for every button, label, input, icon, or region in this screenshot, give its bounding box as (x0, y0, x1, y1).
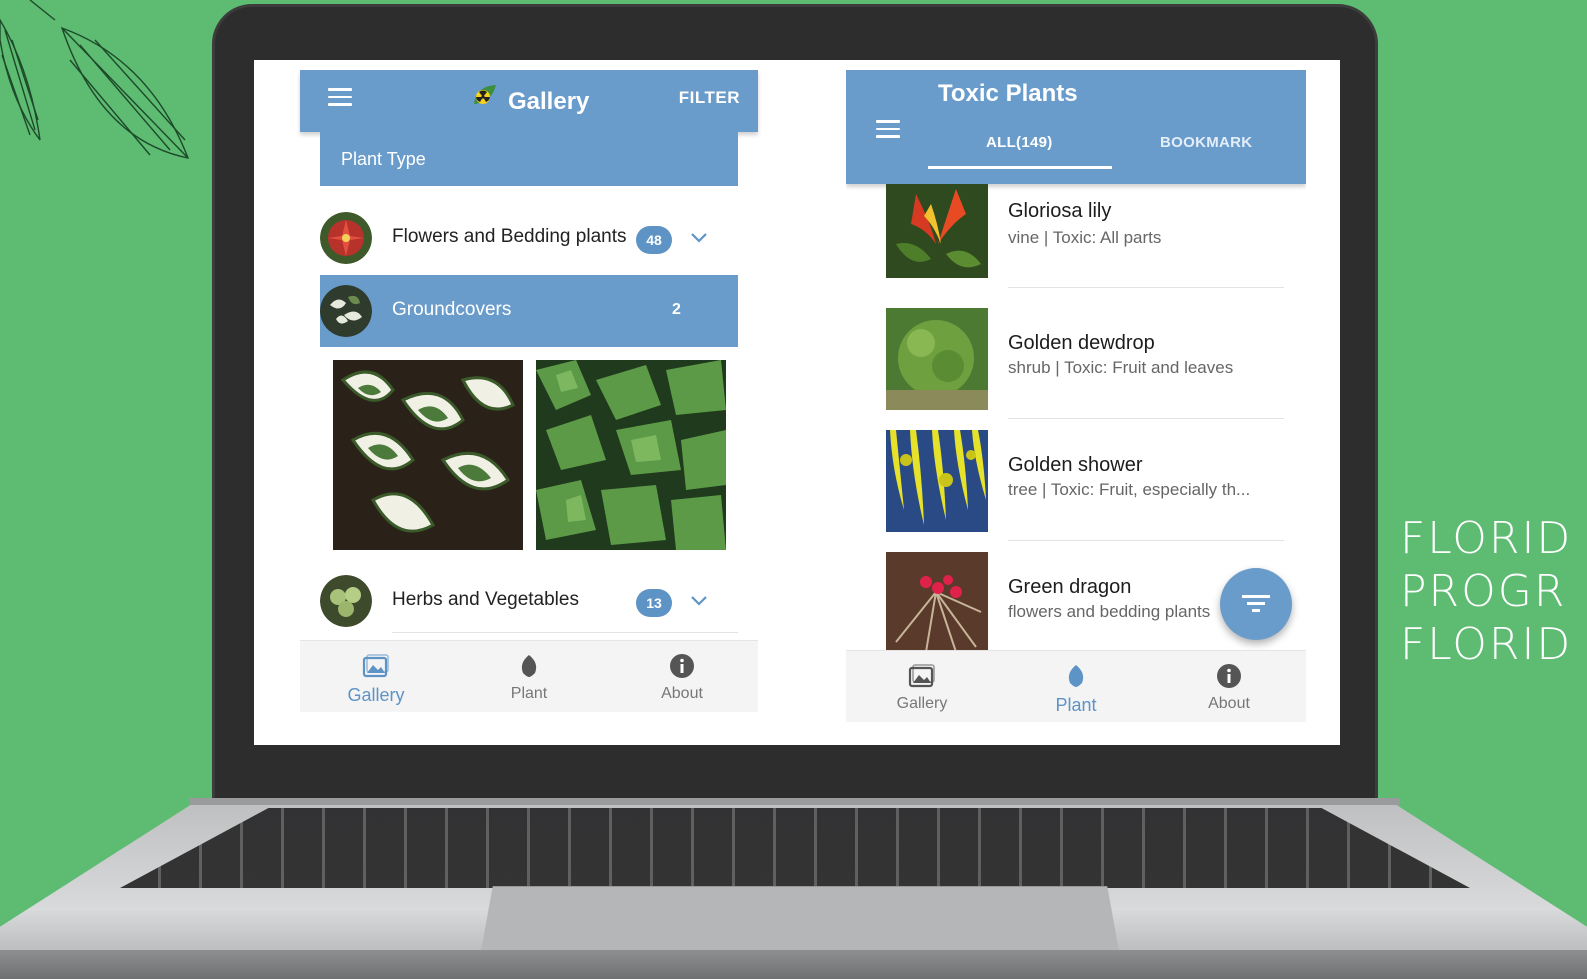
nav-about[interactable]: About (612, 653, 752, 703)
chevron-down-icon[interactable] (690, 232, 708, 244)
side-text: FLORID PROGR FLORID (1400, 512, 1572, 671)
plant-image (886, 552, 988, 654)
laptop-keyboard (120, 808, 1470, 888)
laptop-trackpad (480, 886, 1120, 956)
plant-type-header[interactable]: Plant Type (320, 132, 738, 186)
nav-plant[interactable]: Plant (459, 653, 599, 703)
count-badge: 48 (636, 226, 672, 254)
nav-gallery-label: Gallery (896, 695, 948, 712)
menu-icon[interactable] (328, 88, 352, 106)
leaf-icon (1068, 665, 1084, 687)
tab-bookmark[interactable]: BOOKMARK (1160, 134, 1252, 151)
category-groundcovers[interactable]: Groundcovers 2 (320, 275, 738, 347)
tab-indicator (928, 166, 1112, 169)
groundcover-photo-1[interactable] (333, 360, 523, 550)
chevron-down-icon[interactable] (690, 595, 708, 607)
filter-fab-button[interactable] (1220, 568, 1292, 640)
side-text-line-2: PROGR (1400, 566, 1567, 617)
laptop-base-edge (0, 950, 1587, 979)
toxic-plants-screen: Toxic Plants ALL(149) BOOKMARK Gloriosa … (846, 70, 1306, 722)
nav-gallery[interactable]: Gallery (306, 653, 446, 706)
plant-description: shrub | Toxic: Fruit and leaves (1008, 358, 1234, 377)
list-divider (392, 632, 738, 633)
plant-description: flowers and bedding plants (1008, 602, 1211, 621)
toxic-plants-app-bar: Toxic Plants ALL(149) BOOKMARK (846, 70, 1306, 184)
plant-image (886, 430, 988, 532)
plant-list-item[interactable]: Golden dewdrop shrub | Toxic: Fruit and … (886, 296, 1286, 419)
groundcover-photo-2[interactable] (536, 360, 726, 550)
plant-name: Golden dewdrop (1008, 332, 1155, 354)
plant-description: vine | Toxic: All parts (1008, 228, 1162, 247)
plant-list-item[interactable]: Gloriosa lily vine | Toxic: All parts (886, 184, 1286, 306)
filter-button[interactable]: FILTER (679, 88, 740, 108)
plant-name: Green dragon (1008, 576, 1132, 598)
category-thumbnail (320, 212, 372, 264)
plant-image (886, 184, 988, 278)
nav-gallery[interactable]: Gallery (852, 663, 992, 713)
category-label: Groundcovers (392, 299, 512, 320)
gallery-app-bar: Gallery FILTER (300, 70, 758, 132)
plant-name: Gloriosa lily (1008, 200, 1112, 222)
side-text-line-1: FLORID (1400, 513, 1573, 564)
filter-icon (1242, 595, 1270, 612)
side-text-line-3: FLORID (1400, 619, 1573, 670)
gallery-icon (908, 664, 935, 688)
page-title: Toxic Plants (938, 80, 1078, 107)
nav-gallery-label: Gallery (347, 685, 405, 705)
plant-description: tree | Toxic: Fruit, especially th... (1008, 480, 1251, 499)
page-title: Gallery (508, 88, 590, 115)
list-divider (1008, 287, 1284, 288)
gallery-screen: Gallery FILTER Plant Type Flowers and Be… (300, 70, 758, 712)
category-thumbnail (320, 285, 372, 337)
count-label: 2 (672, 301, 681, 318)
category-flowers[interactable]: Flowers and Bedding plants 48 (320, 202, 738, 274)
category-herbs[interactable]: Herbs and Vegetables 13 (320, 565, 738, 637)
nav-plant-label: Plant (510, 685, 548, 702)
leaves-decoration (0, 0, 190, 159)
bottom-nav: Gallery Plant About (846, 650, 1306, 722)
category-label: Flowers and Bedding plants (392, 226, 627, 247)
nav-about-label: About (661, 685, 703, 702)
count-badge: 13 (636, 589, 672, 617)
category-label: Herbs and Vegetables (392, 589, 579, 610)
gallery-icon (362, 654, 389, 678)
plant-image (886, 308, 988, 410)
plant-list-item[interactable]: Golden shower tree | Toxic: Fruit, espec… (886, 418, 1286, 541)
menu-icon[interactable] (876, 120, 900, 138)
leaf-icon (521, 655, 537, 677)
tab-all[interactable]: ALL(149) (986, 134, 1053, 151)
toxic-leaf-icon (474, 85, 496, 104)
category-thumbnail (320, 575, 372, 627)
nav-plant-label: Plant (1055, 695, 1097, 715)
nav-about[interactable]: About (1159, 663, 1299, 713)
nav-plant[interactable]: Plant (1006, 663, 1146, 716)
info-icon (670, 654, 694, 678)
laptop-screen: Gallery FILTER Plant Type Flowers and Be… (254, 60, 1340, 745)
plant-name: Golden shower (1008, 454, 1143, 476)
nav-about-label: About (1208, 695, 1250, 712)
info-icon (1217, 664, 1241, 688)
bottom-nav: Gallery Plant About (300, 640, 758, 712)
